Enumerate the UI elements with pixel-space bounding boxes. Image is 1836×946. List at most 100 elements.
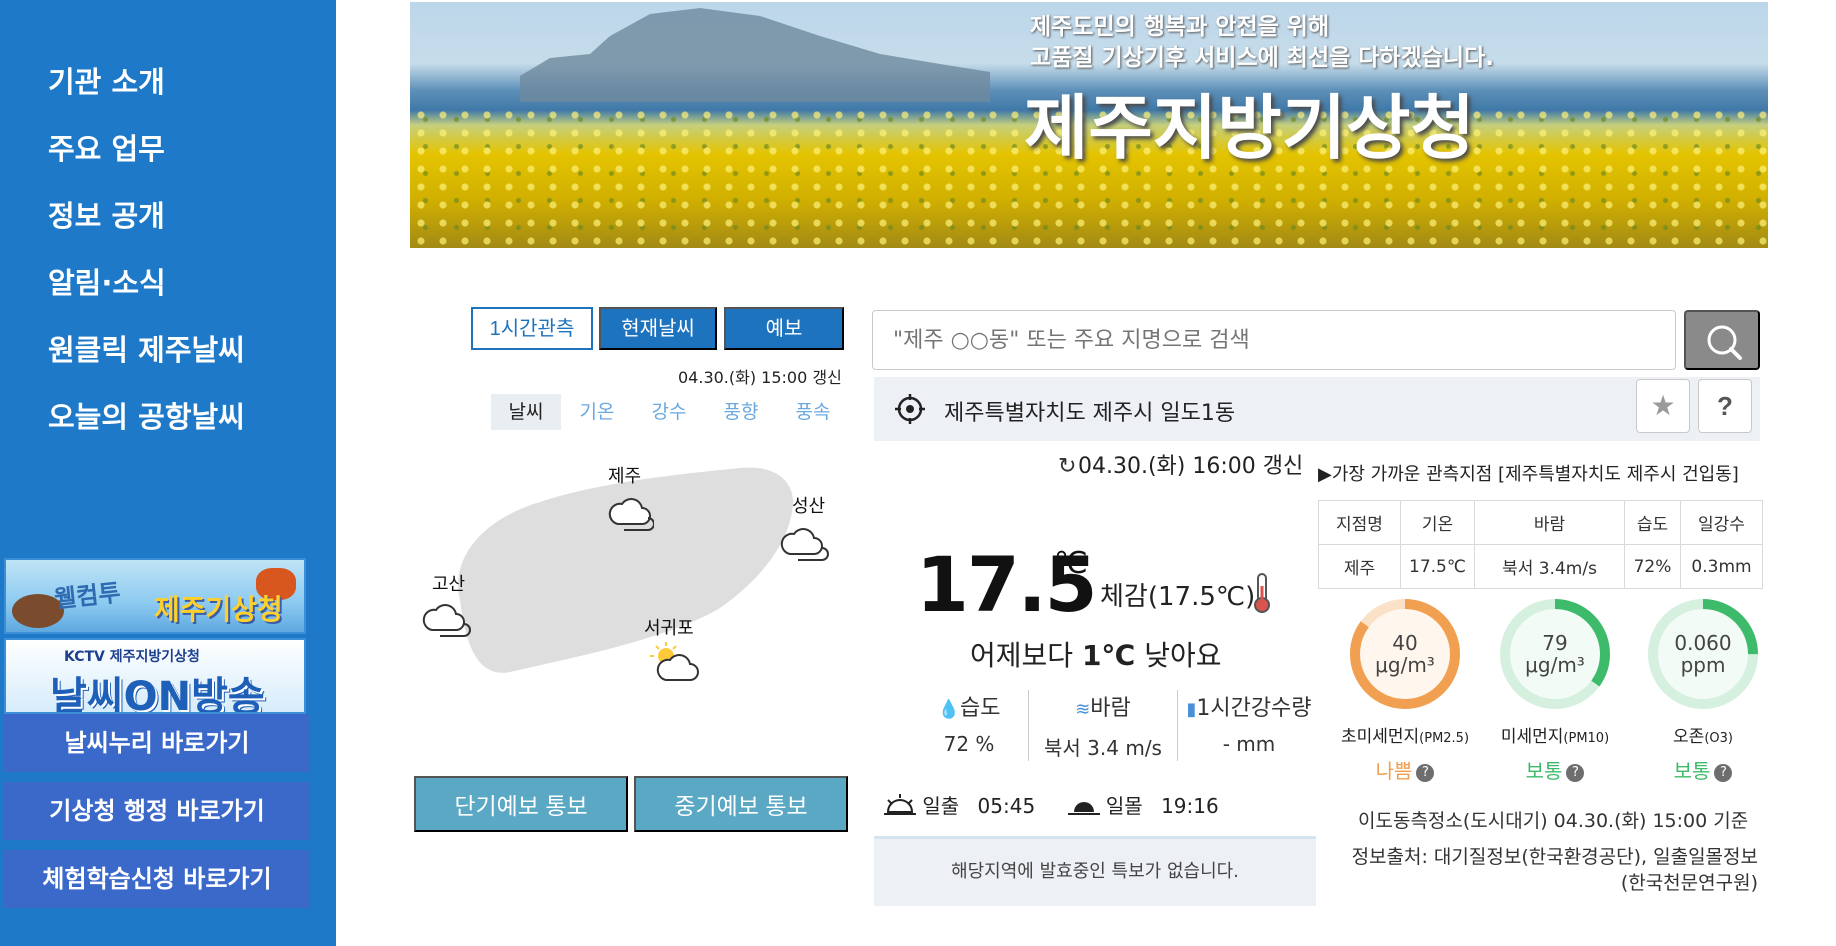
map-label-jeju: 제주 bbox=[608, 466, 642, 487]
tab-forecast[interactable]: 예보 bbox=[724, 307, 844, 350]
droplet-icon: 💧 bbox=[937, 699, 960, 720]
cell-temperature: 17.5℃ bbox=[1400, 544, 1475, 589]
menu-item-news[interactable]: 알림·소식 bbox=[48, 259, 245, 326]
compare-suffix: 낮아요 bbox=[1144, 639, 1222, 672]
quick-link-weathernuri[interactable]: 날씨누리 바로가기 bbox=[4, 714, 310, 772]
mid-term-forecast-button[interactable]: 중기예보 통보 bbox=[634, 776, 848, 832]
tab-current-weather[interactable]: 현재날씨 bbox=[599, 307, 717, 350]
menu-item-disclosure[interactable]: 정보 공개 bbox=[48, 192, 245, 259]
search-icon bbox=[1707, 325, 1742, 360]
aq-value: 0.060 bbox=[1674, 631, 1732, 655]
header-daily-rain: 일강수 bbox=[1680, 500, 1763, 545]
thermometer-icon bbox=[1254, 573, 1270, 613]
subtab-temperature[interactable]: 기온 bbox=[561, 394, 633, 430]
yesterday-comparison: 어제보다 1℃ 낮아요 bbox=[970, 634, 1222, 674]
map-label-gosan: 고산 bbox=[432, 574, 466, 595]
quick-link-field-trip[interactable]: 체험학습신청 바로가기 bbox=[4, 850, 310, 908]
hero-subtitle-line2: 고품질 기상기후 서비스에 최선을 다하겠습니다. bbox=[1030, 45, 1494, 71]
sunrise-time: 05:45 bbox=[977, 794, 1036, 818]
subtab-weather[interactable]: 날씨 bbox=[491, 394, 561, 430]
cell-station: 제주 bbox=[1318, 544, 1401, 589]
welcome-banner[interactable]: 웰컴투 제주기상청 bbox=[4, 558, 306, 634]
menu-item-oneclick-weather[interactable]: 원클릭 제주날씨 bbox=[48, 326, 245, 393]
help-button[interactable]: ? bbox=[1698, 379, 1752, 433]
rainfall-stat: ▮1시간강수량 - mm bbox=[1184, 690, 1314, 756]
current-location-icon[interactable] bbox=[894, 393, 926, 425]
sidebar: 기관 소개 주요 업무 정보 공개 알림·소식 원클릭 제주날씨 오늘의 공항날… bbox=[0, 0, 336, 946]
refresh-icon[interactable]: ↻ bbox=[1058, 454, 1078, 479]
kctv-weather-broadcast-banner[interactable]: KCTV 제주지방기상청 날씨ON방송 bbox=[4, 638, 306, 714]
header-temperature: 기온 bbox=[1400, 500, 1475, 545]
aq-code: (PM10) bbox=[1563, 731, 1610, 746]
info-source-line1: 정보출처: 대기질정보(한국환경공단), 일출일몰정보 bbox=[1351, 846, 1758, 868]
kctv-banner-top: KCTV 제주지방기상청 bbox=[64, 649, 200, 665]
cell-daily-rain: 0.3mm bbox=[1680, 544, 1763, 589]
map-label-seogwipo: 서귀포 bbox=[644, 618, 694, 639]
aq-unit: μg/m³ bbox=[1525, 653, 1585, 677]
sunset-label: 일몰 bbox=[1105, 794, 1143, 818]
menu-item-airport-weather[interactable]: 오늘의 공항날씨 bbox=[48, 393, 245, 460]
quick-link-kma-admin[interactable]: 기상청 행정 바로가기 bbox=[4, 782, 310, 840]
aq-value: 40 bbox=[1392, 631, 1418, 655]
cell-humidity: 72% bbox=[1624, 544, 1681, 589]
sunset-icon bbox=[1067, 802, 1100, 815]
aq-grade: 보통 bbox=[1673, 759, 1711, 783]
subtab-precipitation[interactable]: 강수 bbox=[633, 394, 705, 430]
feels-like-temperature: 체감(17.5℃) bbox=[1100, 582, 1256, 612]
rain-gauge-icon: ▮ bbox=[1186, 699, 1197, 720]
search-button[interactable] bbox=[1684, 310, 1760, 370]
wind-stat: ≋바람 북서 3.4 m/s bbox=[1028, 690, 1178, 761]
partly-cloudy-icon bbox=[650, 642, 699, 681]
aq-station-info: 이도동측정소(도시대기) 04.30.(화) 15:00 기준 bbox=[1358, 810, 1749, 832]
sunrise-label: 일출 bbox=[922, 794, 960, 818]
wind-icon: ≋ bbox=[1075, 699, 1091, 720]
location-name: 제주특별자치도 제주시 일도1동 bbox=[944, 401, 1236, 426]
header-humidity: 습도 bbox=[1624, 500, 1681, 545]
info-icon[interactable]: ? bbox=[1566, 763, 1585, 782]
subtab-wind-direction[interactable]: 풍향 bbox=[705, 394, 777, 430]
favorite-button[interactable]: ★ bbox=[1636, 379, 1690, 433]
rainfall-value: - mm bbox=[1222, 732, 1276, 756]
cloudy-icon bbox=[608, 498, 654, 531]
star-icon: ★ bbox=[1650, 390, 1676, 421]
aq-pm25: 40 μg/m³ 초미세먼지(PM2.5) 나쁨? bbox=[1330, 596, 1480, 784]
compare-value: 1℃ bbox=[1081, 639, 1136, 672]
humidity-label: 습도 bbox=[959, 696, 1001, 721]
island-silhouette bbox=[520, 8, 990, 102]
aq-pm10: 79 μg/m³ 미세먼지(PM10) 보통? bbox=[1480, 596, 1630, 784]
aq-gauge: 40 μg/m³ bbox=[1347, 596, 1463, 712]
sunset-time: 19:16 bbox=[1161, 794, 1219, 818]
map-subtabs: 날씨 기온 강수 풍향 풍속 bbox=[491, 394, 849, 430]
aq-value: 79 bbox=[1542, 631, 1568, 655]
subtab-wind-speed[interactable]: 풍속 bbox=[777, 394, 849, 430]
menu-item-duties[interactable]: 주요 업무 bbox=[48, 125, 245, 192]
welcome-banner-line2: 제주기상청 bbox=[154, 593, 283, 626]
short-term-forecast-button[interactable]: 단기예보 통보 bbox=[414, 776, 628, 832]
wind-label: 바람 bbox=[1090, 696, 1131, 721]
table-header-row: 지점명 기온 바람 습도 일강수 bbox=[1318, 500, 1763, 545]
sunrise-sunset: 일출 05:45 일몰 19:16 bbox=[884, 790, 1245, 819]
rainfall-label: 1시간강수량 bbox=[1196, 696, 1312, 721]
aq-code: (O3) bbox=[1704, 731, 1733, 746]
hero-subtitle: 제주도민의 행복과 안전을 위해 고품질 기상기후 서비스에 최선을 다하겠습니… bbox=[1030, 12, 1494, 74]
welcome-banner-line1: 웰컴투 bbox=[52, 578, 122, 614]
location-search-input[interactable] bbox=[872, 310, 1676, 370]
header-station: 지점명 bbox=[1318, 500, 1401, 545]
table-row: 제주 17.5℃ 북서 3.4m/s 72% 0.3mm bbox=[1318, 544, 1763, 589]
info-icon[interactable]: ? bbox=[1416, 763, 1435, 782]
tab-hourly-observation[interactable]: 1시간관측 bbox=[471, 307, 593, 350]
hero-subtitle-line1: 제주도민의 행복과 안전을 위해 bbox=[1030, 14, 1330, 40]
kctv-banner-title: 날씨ON방송 bbox=[50, 674, 265, 714]
jeju-weather-map: 제주 성산 고산 서귀포 bbox=[420, 450, 860, 690]
menu-item-about[interactable]: 기관 소개 bbox=[48, 58, 245, 125]
info-source-line2: (한국천문연구원) bbox=[1620, 872, 1758, 894]
sunrise-icon bbox=[884, 794, 916, 815]
current-update-text: 04.30.(화) 16:00 갱신 bbox=[1078, 454, 1304, 479]
hero-title: 제주지방기상청 bbox=[1024, 87, 1475, 169]
aq-gauge: 79 μg/m³ bbox=[1497, 596, 1613, 712]
current-update-time: ↻04.30.(화) 16:00 갱신 bbox=[1058, 448, 1303, 480]
location-bar: 제주특별자치도 제주시 일도1동 ★ ? bbox=[874, 377, 1760, 441]
cloudy-icon bbox=[780, 528, 829, 561]
info-icon[interactable]: ? bbox=[1714, 763, 1733, 782]
temperature-unit: ℃ bbox=[1054, 546, 1088, 581]
